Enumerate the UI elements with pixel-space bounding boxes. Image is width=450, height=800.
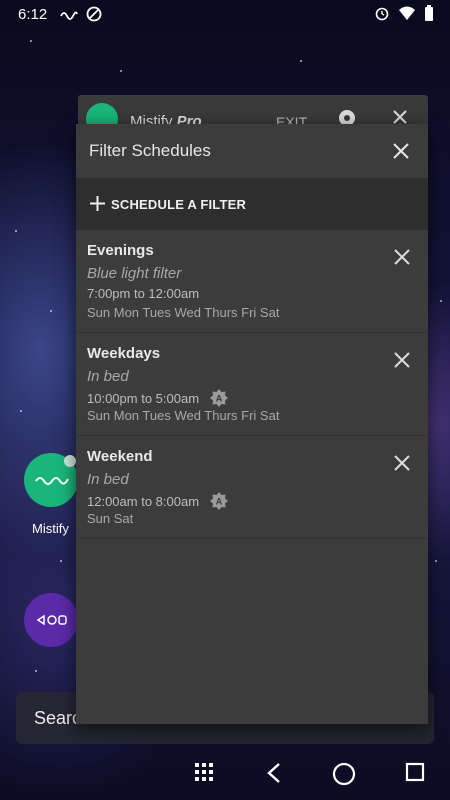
schedule-time: 10:00pm to 5:00am A	[87, 389, 229, 407]
battery-icon	[425, 5, 433, 21]
schedule-name: Weekdays	[87, 345, 161, 362]
schedule-days: Sun Mon Tues Wed Thurs Fri Sat	[87, 305, 280, 320]
schedule-name: Evenings	[87, 242, 154, 259]
schedule-time: 7:00pm to 12:00am	[87, 286, 200, 301]
notification-badge	[64, 455, 76, 467]
plus-icon	[90, 196, 105, 211]
navbar-app-icon[interactable]	[24, 593, 78, 647]
nav-buttons-icon	[36, 614, 67, 626]
back-icon[interactable]	[266, 762, 282, 784]
schedule-filter-label: SCHEDULE A FILTER	[111, 197, 247, 212]
svg-text:A: A	[216, 497, 223, 507]
auto-brightness-icon: A	[210, 492, 229, 510]
schedule-filter: Blue light filter	[87, 265, 182, 282]
delete-schedule-icon[interactable]	[392, 350, 412, 370]
wave-notification-icon	[60, 11, 78, 20]
filter-schedules-dialog: Filter Schedules SCHEDULE A FILTER Eveni…	[76, 124, 428, 724]
app-grid-icon[interactable]	[194, 762, 214, 782]
blocked-notification-icon	[86, 6, 102, 22]
close-icon[interactable]	[392, 109, 408, 125]
schedule-filter: In bed	[87, 471, 129, 488]
app-label: Mistify	[32, 521, 69, 536]
schedule-item[interactable]: Weekdays In bed 10:00pm to 5:00am A Sun …	[76, 333, 428, 436]
wifi-icon	[399, 6, 415, 20]
schedule-days: Sun Mon Tues Wed Thurs Fri Sat	[87, 408, 280, 423]
home-icon[interactable]	[332, 762, 356, 786]
schedule-filter-button[interactable]: SCHEDULE A FILTER	[76, 178, 428, 230]
recents-icon[interactable]	[405, 762, 425, 782]
status-bar: 6:12	[0, 0, 450, 28]
schedule-item[interactable]: Weekend In bed 12:00am to 8:00am A Sun S…	[76, 436, 428, 539]
schedule-days: Sun Sat	[87, 511, 134, 526]
svg-text:A: A	[216, 394, 223, 404]
delete-schedule-icon[interactable]	[392, 247, 412, 267]
close-dialog-icon[interactable]	[390, 140, 412, 162]
schedule-filter: In bed	[87, 368, 129, 385]
schedule-item[interactable]: Evenings Blue light filter 7:00pm to 12:…	[76, 230, 428, 333]
clock: 6:12	[18, 6, 48, 23]
dialog-title: Filter Schedules	[89, 141, 211, 160]
auto-brightness-icon: A	[210, 389, 229, 407]
schedule-time: 12:00am to 8:00am A	[87, 492, 229, 510]
navigation-bar	[0, 748, 450, 800]
dialog-header: Filter Schedules	[76, 124, 428, 178]
delete-schedule-icon[interactable]	[392, 453, 412, 473]
alarm-icon	[375, 7, 389, 21]
schedule-name: Weekend	[87, 448, 153, 465]
